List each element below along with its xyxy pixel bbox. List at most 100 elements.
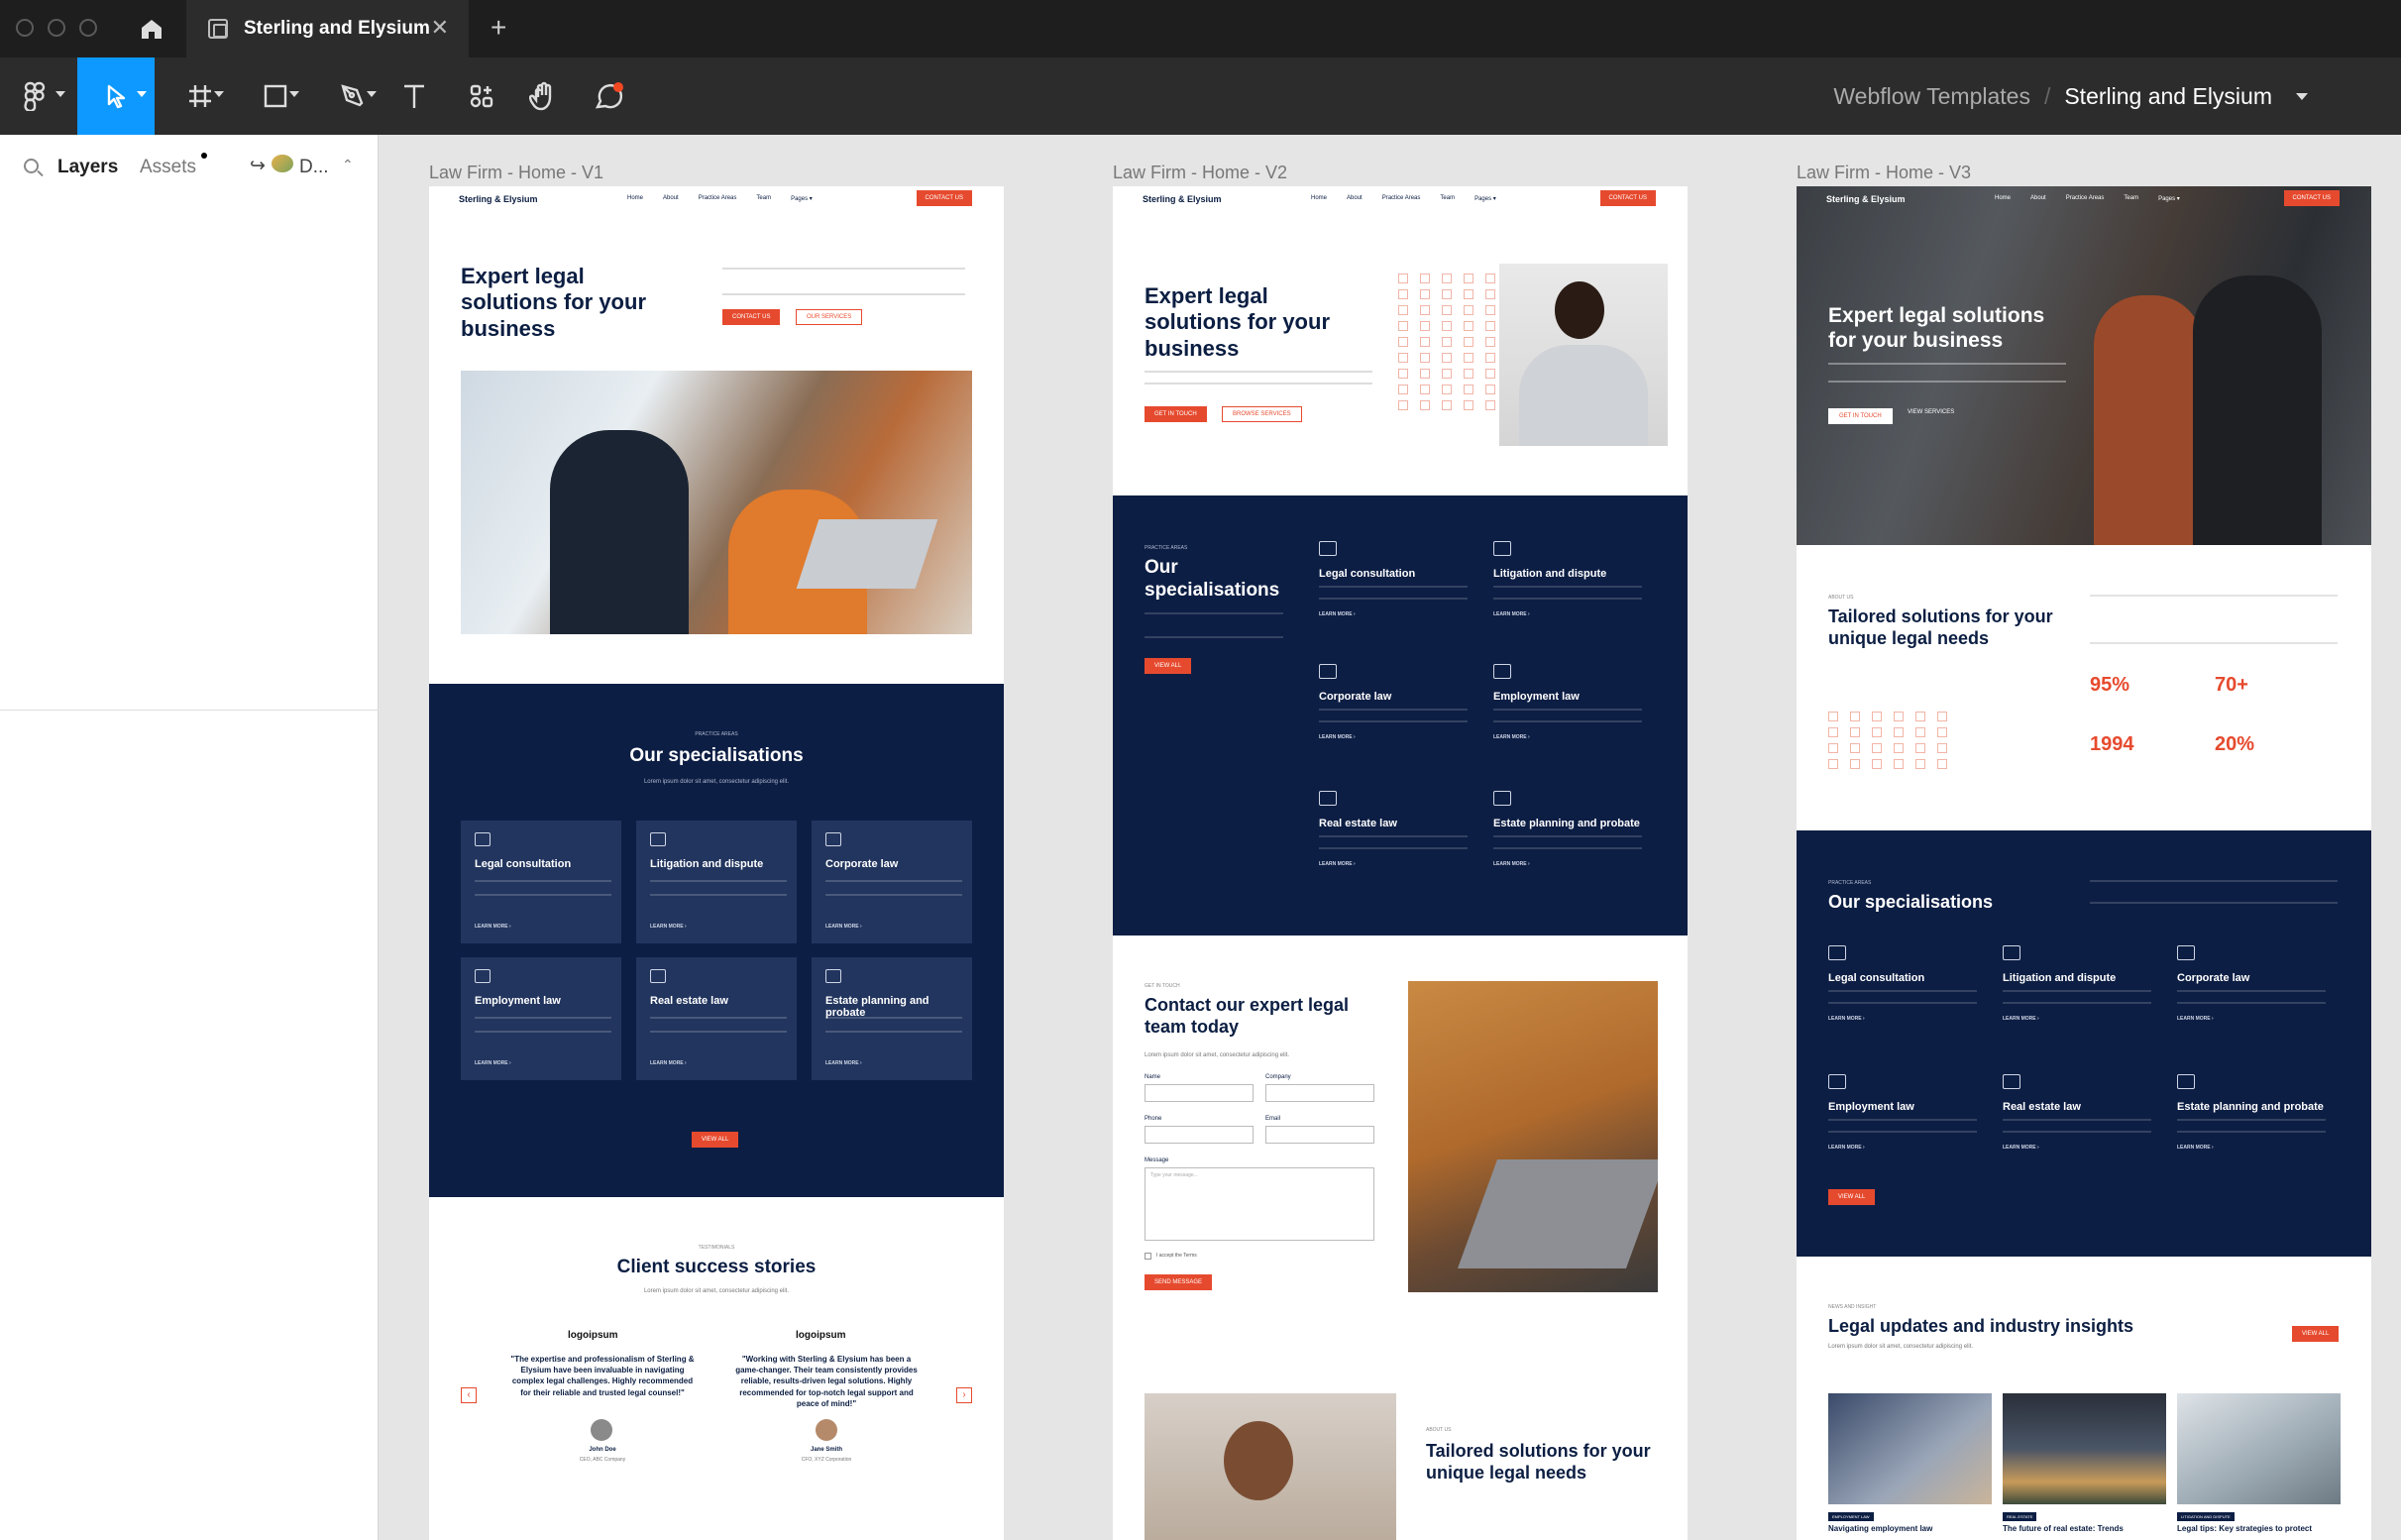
service-item[interactable]: Employment law LEARN MORE ›: [1828, 1074, 1987, 1151]
service-item[interactable]: Employment law LEARN MORE ›: [1493, 664, 1652, 740]
service-item[interactable]: Litigation and dispute LEARN MORE ›: [1493, 541, 1652, 617]
search-icon[interactable]: [24, 159, 39, 173]
post-thumbnail[interactable]: [2003, 1393, 2166, 1504]
chevron-down-icon[interactable]: [2296, 93, 2308, 100]
hero-secondary-button[interactable]: VIEW SERVICES: [1908, 409, 1954, 415]
service-card[interactable]: Legal consultation LEARN MORE ›: [461, 821, 621, 943]
view-all-button[interactable]: VIEW ALL: [2292, 1326, 2340, 1342]
comment-tool-button[interactable]: [585, 57, 634, 135]
canvas[interactable]: Law Firm - Home - V1 Sterling & Elysium …: [380, 135, 2401, 1540]
hero-secondary-button[interactable]: BROWSE SERVICES: [1222, 406, 1302, 422]
learn-more-link[interactable]: LEARN MORE ›: [475, 1060, 511, 1066]
send-message-button[interactable]: SEND MESSAGE: [1145, 1274, 1213, 1290]
learn-more-link[interactable]: LEARN MORE ›: [2177, 1016, 2336, 1022]
nav-link[interactable]: Team: [756, 195, 771, 202]
frame-tool-button[interactable]: [170, 57, 230, 135]
learn-more-link[interactable]: LEARN MORE ›: [1493, 734, 1652, 740]
frame-v2[interactable]: Sterling & Elysium Home About Practice A…: [1113, 186, 1688, 1540]
learn-more-link[interactable]: LEARN MORE ›: [1319, 734, 1477, 740]
service-item[interactable]: Real estate law LEARN MORE ›: [2003, 1074, 2161, 1151]
contact-button[interactable]: CONTACT US: [1599, 190, 1656, 206]
learn-more-link[interactable]: LEARN MORE ›: [475, 924, 511, 930]
hero-primary-button[interactable]: GET IN TOUCH: [1828, 408, 1893, 424]
learn-more-link[interactable]: LEARN MORE ›: [825, 924, 862, 930]
view-all-button[interactable]: VIEW ALL: [1145, 658, 1192, 674]
nav-link[interactable]: Practice Areas: [1382, 195, 1421, 202]
nav-link[interactable]: About: [1347, 195, 1363, 202]
view-all-button[interactable]: VIEW ALL: [1828, 1189, 1876, 1205]
close-window-button[interactable]: [16, 19, 34, 37]
terms-checkbox[interactable]: [1145, 1253, 1151, 1260]
tab-assets[interactable]: Assets: [140, 157, 196, 178]
nav-link[interactable]: Pages ▾: [2158, 195, 2180, 202]
hero-secondary-button[interactable]: OUR SERVICES: [796, 309, 863, 325]
service-card[interactable]: Corporate law LEARN MORE ›: [812, 821, 972, 943]
nav-link[interactable]: Home: [1311, 195, 1327, 202]
hero-primary-button[interactable]: GET IN TOUCH: [1145, 406, 1207, 422]
learn-more-link[interactable]: LEARN MORE ›: [2003, 1016, 2161, 1022]
learn-more-link[interactable]: LEARN MORE ›: [1493, 611, 1652, 617]
post-title[interactable]: Legal tips: Key strategies to protect: [2177, 1524, 2341, 1533]
learn-more-link[interactable]: LEARN MORE ›: [650, 1060, 687, 1066]
post-title[interactable]: Navigating employment law: [1828, 1524, 1992, 1533]
minimize-window-button[interactable]: [48, 19, 65, 37]
nav-link[interactable]: About: [2030, 195, 2046, 202]
zoom-window-button[interactable]: [79, 19, 97, 37]
nav-link[interactable]: Pages ▾: [1474, 195, 1496, 202]
service-item[interactable]: Litigation and dispute LEARN MORE ›: [2003, 945, 2161, 1022]
service-item[interactable]: Real estate law LEARN MORE ›: [1319, 791, 1477, 867]
frame-v1[interactable]: Sterling & Elysium Home About Practice A…: [429, 186, 1004, 1540]
service-item[interactable]: Legal consultation LEARN MORE ›: [1319, 541, 1477, 617]
frame-label-v3[interactable]: Law Firm - Home - V3: [1797, 163, 1971, 183]
service-item[interactable]: Legal consultation LEARN MORE ›: [1828, 945, 1987, 1022]
service-item[interactable]: Estate planning and probate LEARN MORE ›: [2177, 1074, 2336, 1151]
frame-label-v1[interactable]: Law Firm - Home - V1: [429, 163, 603, 183]
home-icon[interactable]: [139, 17, 164, 41]
nav-link[interactable]: Team: [1440, 195, 1455, 202]
frame-v3[interactable]: Sterling & Elysium Home About Practice A…: [1797, 186, 2371, 1540]
post-title[interactable]: The future of real estate: Trends: [2003, 1524, 2166, 1533]
frame-label-v2[interactable]: Law Firm - Home - V2: [1113, 163, 1287, 183]
message-field[interactable]: Type your message...: [1145, 1167, 1374, 1241]
team-name[interactable]: Webflow Templates: [1833, 83, 2030, 110]
nav-link[interactable]: Practice Areas: [2066, 195, 2105, 202]
learn-more-link[interactable]: LEARN MORE ›: [1319, 861, 1477, 867]
learn-more-link[interactable]: LEARN MORE ›: [825, 1060, 862, 1066]
service-card[interactable]: Litigation and dispute LEARN MORE ›: [636, 821, 797, 943]
text-tool-button[interactable]: [392, 57, 436, 135]
service-item[interactable]: Corporate law LEARN MORE ›: [2177, 945, 2336, 1022]
contact-button[interactable]: CONTACT US: [2283, 190, 2340, 206]
learn-more-link[interactable]: LEARN MORE ›: [1493, 861, 1652, 867]
close-tab-icon[interactable]: ✕: [431, 15, 449, 41]
learn-more-link[interactable]: LEARN MORE ›: [2177, 1145, 2336, 1151]
file-tab[interactable]: Sterling and Elysium ✕: [186, 0, 469, 57]
company-field[interactable]: [1265, 1084, 1374, 1102]
learn-more-link[interactable]: LEARN MORE ›: [650, 924, 687, 930]
hero-primary-button[interactable]: CONTACT US: [722, 309, 781, 325]
hand-tool-button[interactable]: [521, 57, 565, 135]
prev-arrow-icon[interactable]: ‹: [461, 1387, 477, 1403]
nav-link[interactable]: Team: [2124, 195, 2138, 202]
nav-link[interactable]: About: [663, 195, 679, 202]
shape-tool-button[interactable]: [246, 57, 305, 135]
contact-button[interactable]: CONTACT US: [916, 190, 972, 206]
service-card[interactable]: Real estate law LEARN MORE ›: [636, 957, 797, 1080]
file-name[interactable]: Sterling and Elysium: [2064, 83, 2272, 110]
move-tool-button[interactable]: [77, 57, 155, 135]
learn-more-link[interactable]: LEARN MORE ›: [2003, 1145, 2161, 1151]
next-arrow-icon[interactable]: ›: [956, 1387, 972, 1403]
nav-link[interactable]: Pages ▾: [791, 195, 813, 202]
post-thumbnail[interactable]: [1828, 1393, 1992, 1504]
main-menu-button[interactable]: [10, 57, 65, 135]
name-field[interactable]: [1145, 1084, 1254, 1102]
learn-more-link[interactable]: LEARN MORE ›: [1828, 1016, 1987, 1022]
nav-link[interactable]: Practice Areas: [699, 195, 737, 202]
service-card[interactable]: Employment law LEARN MORE ›: [461, 957, 621, 1080]
service-item[interactable]: Corporate law LEARN MORE ›: [1319, 664, 1477, 740]
learn-more-link[interactable]: LEARN MORE ›: [1828, 1145, 1987, 1151]
email-field[interactable]: [1265, 1126, 1374, 1144]
learn-more-link[interactable]: LEARN MORE ›: [1319, 611, 1477, 617]
new-tab-button[interactable]: +: [491, 12, 506, 44]
chevron-up-icon[interactable]: ⌃: [342, 157, 354, 173]
service-item[interactable]: Estate planning and probate LEARN MORE ›: [1493, 791, 1652, 867]
